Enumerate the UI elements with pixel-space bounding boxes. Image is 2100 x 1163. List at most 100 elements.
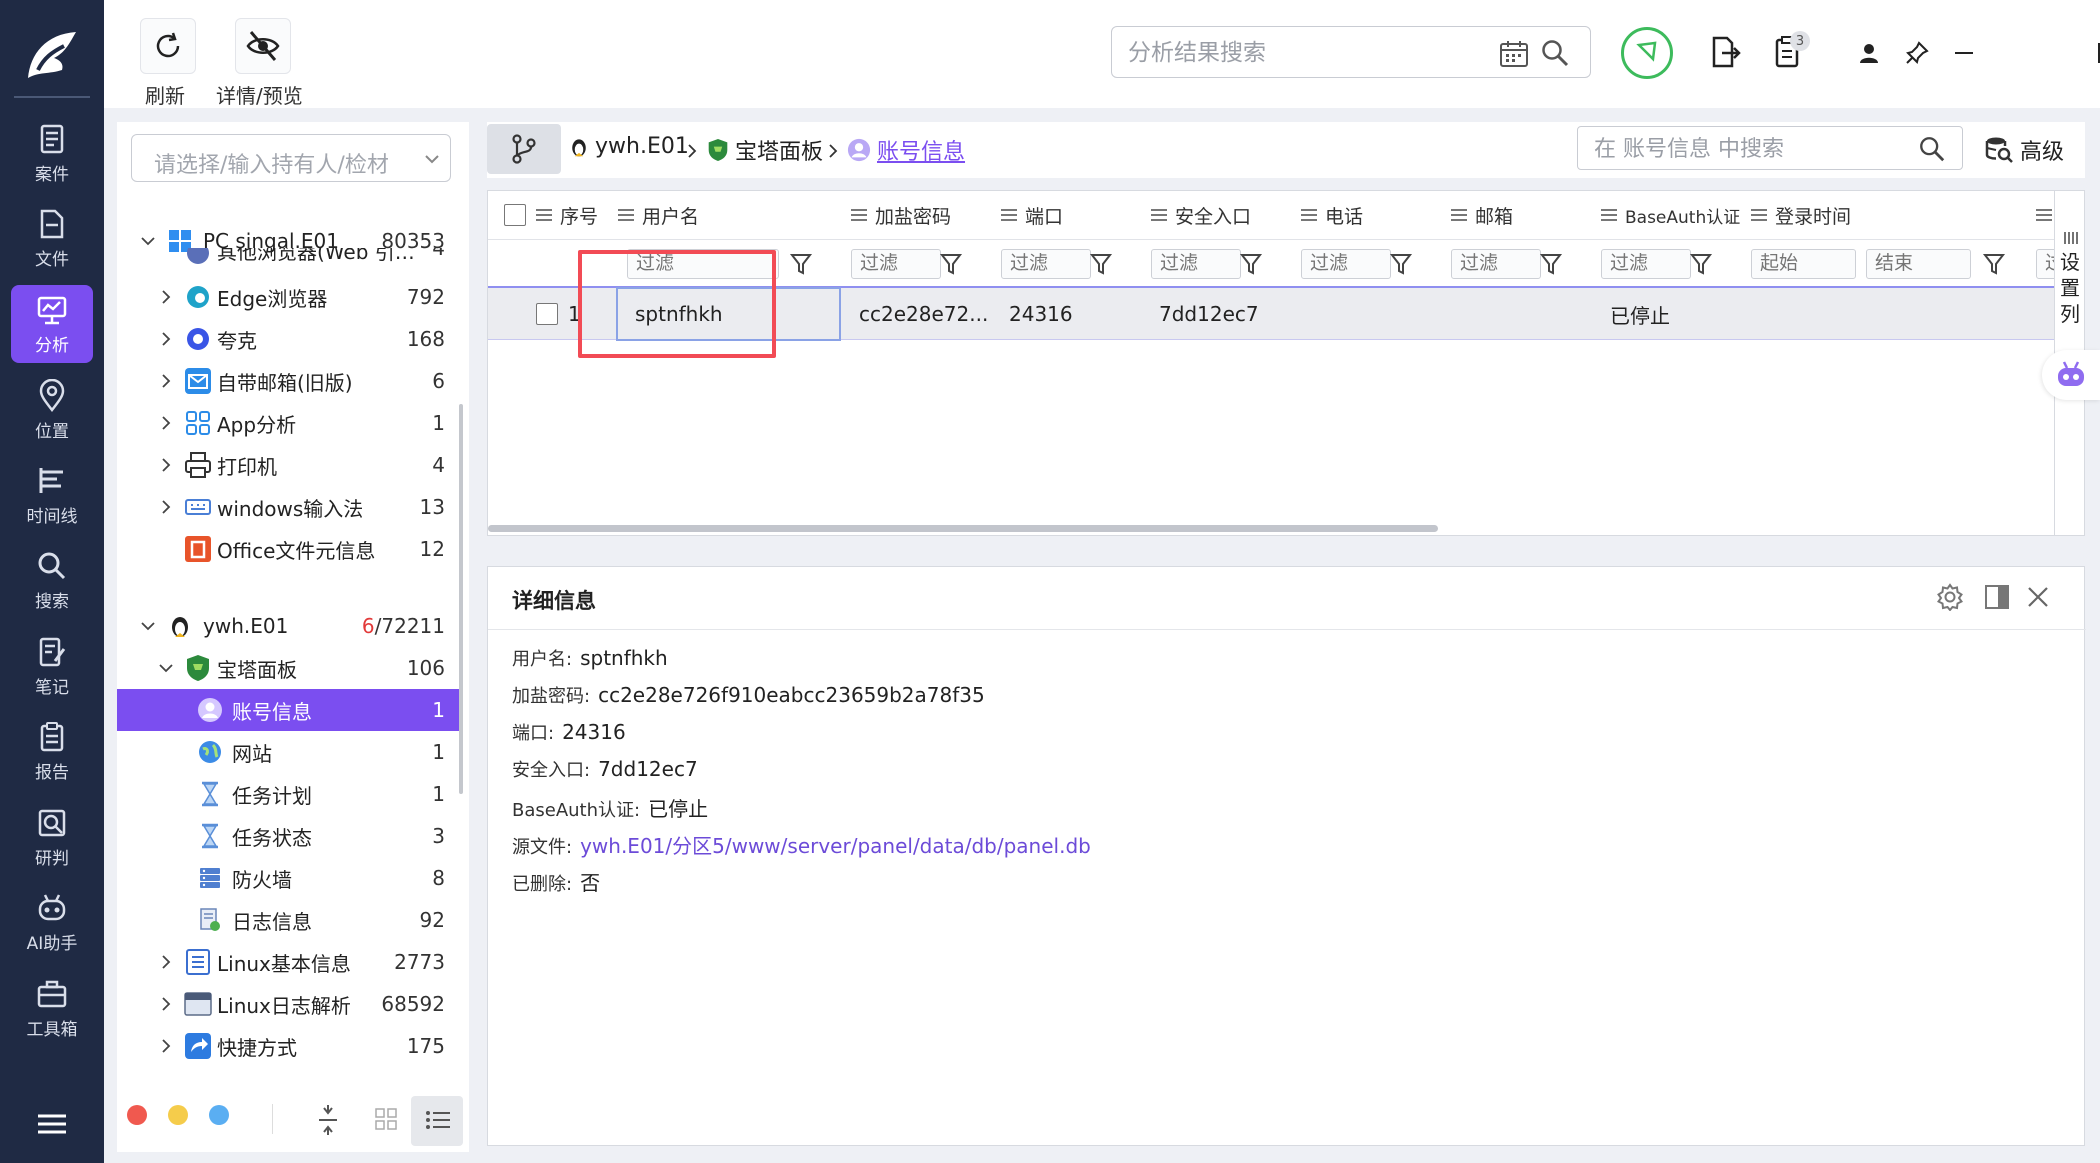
cell-baseauth[interactable]: 已停止: [1610, 288, 1670, 340]
cell-security-entry[interactable]: 7dd12ec7: [1159, 288, 1259, 340]
detail-field-value[interactable]: cc2e28e726f910eabcc23659b2a78f35: [598, 683, 985, 707]
column-menu-icon[interactable]: [536, 209, 552, 221]
tree-item-mail[interactable]: 自带邮箱(旧版) 6: [117, 360, 459, 402]
tree-item-firewall[interactable]: 防火墙 8: [117, 857, 459, 899]
cell-salted-password[interactable]: cc2e28e72...: [859, 288, 988, 340]
column-menu-icon[interactable]: [1151, 209, 1167, 221]
filter-input-salted-password[interactable]: [851, 249, 941, 279]
horizontal-scrollbar[interactable]: [488, 525, 1438, 532]
search-icon[interactable]: [1918, 135, 1946, 163]
nav-report[interactable]: 报告: [11, 712, 93, 790]
tree-item-baota[interactable]: 宝塔面板 106: [117, 647, 459, 689]
yellow-dot-icon[interactable]: [168, 1105, 188, 1125]
column-menu-icon[interactable]: [851, 209, 867, 221]
tree-item-account-info[interactable]: 账号信息 1: [117, 689, 459, 731]
tree-item-windows-ime[interactable]: windows输入法 13: [117, 486, 459, 528]
filter-icon[interactable]: [1389, 251, 1413, 277]
detail-layout-button[interactable]: [1981, 581, 2013, 613]
nav-ai-assistant[interactable]: AI助手: [11, 883, 93, 961]
ai-assistant-float-button[interactable]: [2042, 350, 2100, 400]
column-header-security-entry[interactable]: 安全入口: [1151, 191, 1291, 239]
column-header-port[interactable]: 端口: [1001, 191, 1141, 239]
nav-file[interactable]: 文件: [11, 199, 93, 277]
column-menu-icon[interactable]: [1001, 209, 1017, 221]
column-menu-icon[interactable]: [618, 209, 634, 221]
status-indicator[interactable]: [1621, 27, 1673, 79]
filter-icon[interactable]: [789, 251, 813, 277]
tree-item-edge[interactable]: Edge浏览器 792: [117, 276, 459, 318]
tree-item-linux-log[interactable]: Linux日志解析 68592: [117, 983, 459, 1025]
column-menu-icon[interactable]: [1451, 209, 1467, 221]
filter-icon[interactable]: [1089, 251, 1113, 277]
minimize-button[interactable]: [1951, 40, 1977, 66]
calendar-icon[interactable]: [1499, 40, 1529, 68]
detail-field-value[interactable]: 24316: [562, 720, 626, 744]
tree-scrollbar[interactable]: [459, 404, 463, 794]
user-button[interactable]: [1856, 40, 1882, 66]
column-menu-icon[interactable]: [2036, 209, 2052, 221]
column-menu-icon[interactable]: [1301, 209, 1317, 221]
nav-search[interactable]: 搜索: [11, 541, 93, 619]
nav-toolbox[interactable]: 工具箱: [11, 969, 93, 1047]
detail-field-value[interactable]: 否: [580, 871, 600, 895]
filter-input-login-start[interactable]: [1751, 249, 1856, 279]
detail-field-value[interactable]: 7dd12ec7: [598, 757, 698, 781]
filter-icon[interactable]: [1239, 251, 1263, 277]
breadcrumb-baota[interactable]: 宝塔面板: [707, 134, 823, 166]
column-header-username[interactable]: 用户名: [618, 191, 818, 239]
column-header-overflow[interactable]: [2036, 191, 2054, 239]
breadcrumb-evidence[interactable]: ywh.E01: [569, 134, 689, 159]
search-icon[interactable]: [1540, 38, 1570, 68]
column-menu-icon[interactable]: [1601, 209, 1617, 221]
red-dot-icon[interactable]: [127, 1105, 147, 1125]
source-file-link[interactable]: ywh.E01/分区5/www/server/panel/data/db/pan…: [580, 834, 1091, 858]
filter-input-phone[interactable]: [1301, 249, 1391, 279]
tree-item-quark[interactable]: 夸克 168: [117, 318, 459, 360]
tree-item-website[interactable]: 网站 1: [117, 731, 459, 773]
nav-note[interactable]: 笔记: [11, 627, 93, 705]
filter-icon[interactable]: [1689, 251, 1713, 277]
detail-close-button[interactable]: [2022, 581, 2054, 613]
blue-dot-icon[interactable]: [209, 1105, 229, 1125]
grid-view-icon[interactable]: [375, 1108, 397, 1130]
analysis-search-input[interactable]: [1128, 37, 1478, 69]
cell-port[interactable]: 24316: [1009, 288, 1073, 340]
detail-field-value[interactable]: 已停止: [648, 797, 708, 821]
filter-input-baseauth[interactable]: [1601, 249, 1691, 279]
column-header-salted-password[interactable]: 加盐密码: [851, 191, 991, 239]
filter-input-email[interactable]: [1451, 249, 1541, 279]
column-header-login-time[interactable]: 登录时间: [1751, 191, 1951, 239]
branch-button[interactable]: [487, 124, 561, 174]
filter-input-login-end[interactable]: [1866, 249, 1971, 279]
collapse-all-icon[interactable]: [317, 1104, 339, 1136]
nav-analysis[interactable]: 分析: [11, 285, 93, 363]
column-menu-icon[interactable]: [1751, 209, 1767, 221]
holder-select[interactable]: 请选择/输入持有人/检材: [131, 134, 451, 182]
nav-timeline[interactable]: 时间线: [11, 456, 93, 534]
column-header-email[interactable]: 邮箱: [1451, 191, 1591, 239]
filter-input-security-entry[interactable]: [1151, 249, 1241, 279]
pin-button[interactable]: [1904, 40, 1930, 66]
row-checkbox[interactable]: [536, 303, 558, 325]
tree-item-ywh-e01[interactable]: ywh.E01 6/72211: [117, 605, 459, 647]
maximize-button[interactable]: [2095, 40, 2100, 66]
tree-item-office-meta[interactable]: Office文件元信息 12: [117, 528, 459, 570]
tree-item-linux-basic[interactable]: Linux基本信息 2773: [117, 941, 459, 983]
filter-icon[interactable]: [1982, 251, 2006, 277]
advanced-search-button[interactable]: 高级: [1984, 130, 2074, 170]
detail-preview-button[interactable]: [235, 18, 291, 74]
filter-input-port[interactable]: [1001, 249, 1091, 279]
column-header-index[interactable]: 序号: [536, 191, 616, 239]
refresh-button[interactable]: [140, 18, 196, 74]
tree-item-shortcut[interactable]: 快捷方式 175: [117, 1025, 459, 1067]
select-all-checkbox[interactable]: [504, 204, 526, 226]
breadcrumb-account[interactable]: 账号信息: [847, 134, 965, 166]
filter-icon[interactable]: [1539, 251, 1563, 277]
tree-item-printer[interactable]: 打印机 4: [117, 444, 459, 486]
nav-judge[interactable]: 研判: [11, 798, 93, 876]
export-button[interactable]: [1708, 34, 1744, 70]
column-header-phone[interactable]: 电话: [1301, 191, 1441, 239]
tree-item-other-browser[interactable]: 其他浏览器(Web 引… 4: [117, 248, 459, 276]
column-header-baseauth[interactable]: BaseAuth认证: [1601, 191, 1746, 239]
tree-item-log-info[interactable]: 日志信息 92: [117, 899, 459, 941]
